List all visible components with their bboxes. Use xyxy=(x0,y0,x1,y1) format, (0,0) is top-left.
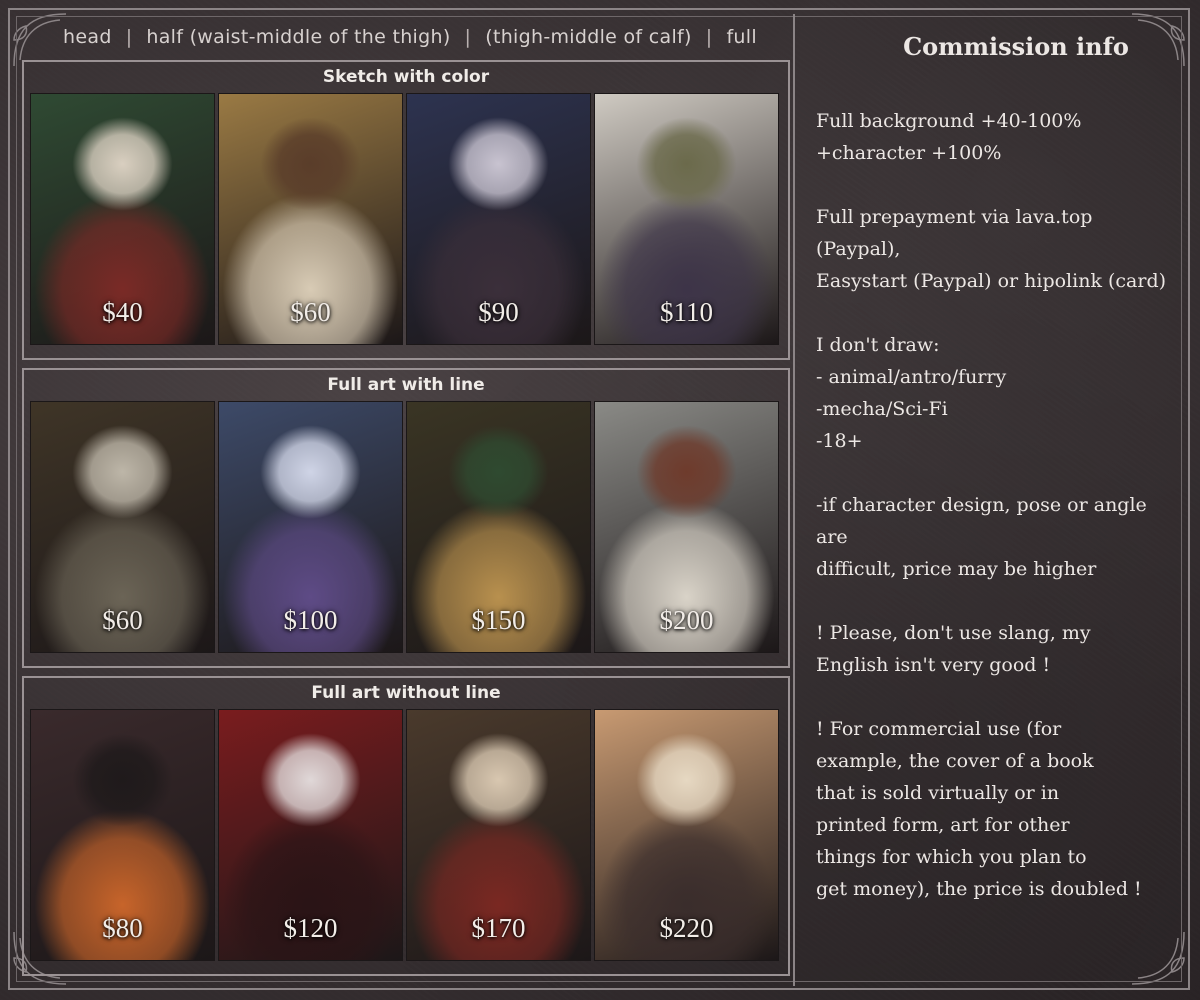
info-line: Full background +40-100% xyxy=(816,110,1082,132)
art-card[interactable]: $80 xyxy=(30,709,215,961)
art-card[interactable]: $100 xyxy=(218,401,403,653)
info-line: ! For commercial use (for xyxy=(816,718,1062,740)
size-half: half (waist-middle of the thigh) xyxy=(146,26,451,48)
info-line: I don't draw: xyxy=(816,334,940,356)
section-title: Full art without line xyxy=(311,683,501,703)
price-label: $60 xyxy=(102,605,143,635)
info-line: ! Please, don't use slang, my xyxy=(816,622,1091,644)
info-line: Full prepayment via lava.top (Paypal), xyxy=(816,206,1093,260)
size-thigh: (thigh-middle of calf) xyxy=(485,26,692,48)
price-label: $220 xyxy=(659,913,714,943)
price-label: $110 xyxy=(660,297,713,327)
art-card[interactable]: $110 xyxy=(594,93,779,345)
art-card[interactable]: $150 xyxy=(406,401,591,653)
info-line: -mecha/Sci-Fi xyxy=(816,398,948,420)
art-card[interactable]: $220 xyxy=(594,709,779,961)
price-label: $60 xyxy=(290,297,331,327)
section-full-art-with-line: Full art with line $60 $100 $150 $200 xyxy=(22,368,790,668)
art-card[interactable]: $200 xyxy=(594,401,779,653)
commission-info-panel: Commission info Full background +40-100%… xyxy=(816,26,1176,905)
card-row: $80 $120 $170 $220 xyxy=(30,709,779,961)
card-row: $60 $100 $150 $200 xyxy=(30,401,779,653)
info-line: things for which you plan to xyxy=(816,846,1087,868)
price-label: $40 xyxy=(102,297,143,327)
price-label: $100 xyxy=(283,605,338,635)
size-separator: | xyxy=(705,26,713,48)
size-full: full xyxy=(726,26,757,48)
price-label: $170 xyxy=(471,913,526,943)
size-options: head | half (waist-middle of the thigh) … xyxy=(30,18,790,56)
art-card[interactable]: $60 xyxy=(30,401,215,653)
card-row: $40 $60 $90 $110 xyxy=(30,93,779,345)
info-line: get money), the price is doubled ! xyxy=(816,878,1142,900)
info-line: Easystart (Paypal) or hipolink (card) xyxy=(816,270,1167,292)
size-separator: | xyxy=(464,26,472,48)
price-label: $150 xyxy=(471,605,526,635)
art-card[interactable]: $40 xyxy=(30,93,215,345)
art-card[interactable]: $120 xyxy=(218,709,403,961)
info-line: English isn't very good ! xyxy=(816,654,1051,676)
price-label: $80 xyxy=(102,913,143,943)
info-line: that is sold virtually or in xyxy=(816,782,1060,804)
info-line: difficult, price may be higher xyxy=(816,558,1097,580)
info-text-block: Full background +40-100% +character +100%… xyxy=(816,105,1176,905)
size-separator: | xyxy=(125,26,133,48)
size-head: head xyxy=(63,26,112,48)
price-label: $90 xyxy=(478,297,519,327)
info-line: -18+ xyxy=(816,430,863,452)
info-line: example, the cover of a book xyxy=(816,750,1094,772)
section-full-art-without-line: Full art without line $80 $120 $170 $220 xyxy=(22,676,790,976)
commission-sheet: head | half (waist-middle of the thigh) … xyxy=(0,0,1200,1000)
section-title: Full art with line xyxy=(327,375,485,395)
art-card[interactable]: $170 xyxy=(406,709,591,961)
section-title: Sketch with color xyxy=(322,67,490,87)
price-label: $200 xyxy=(659,605,714,635)
info-line: - animal/antro/furry xyxy=(816,366,1007,388)
info-line: printed form, art for other xyxy=(816,814,1070,836)
panel-divider xyxy=(793,14,795,986)
corner-ornament-icon xyxy=(1128,928,1188,988)
info-line: +character +100% xyxy=(816,142,1002,164)
art-card[interactable]: $60 xyxy=(218,93,403,345)
art-card[interactable]: $90 xyxy=(406,93,591,345)
info-title: Commission info xyxy=(903,32,1129,61)
info-line: -if character design, pose or angle are xyxy=(816,494,1147,548)
section-sketch-with-color: Sketch with color $40 $60 $90 $110 xyxy=(22,60,790,360)
price-label: $120 xyxy=(283,913,338,943)
